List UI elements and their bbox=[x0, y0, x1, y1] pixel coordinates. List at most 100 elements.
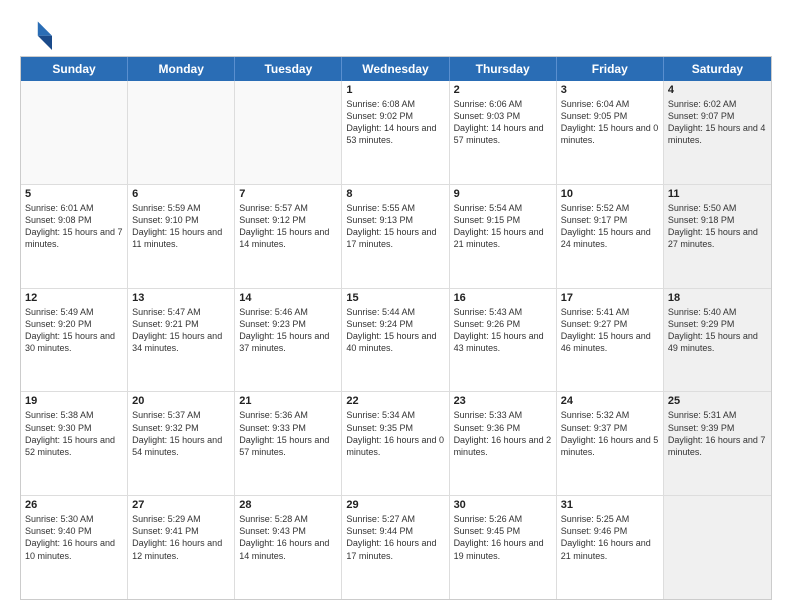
cal-week-1: 1 Sunrise: 6:08 AM Sunset: 9:02 PM Daylig… bbox=[21, 81, 771, 185]
day-number: 7 bbox=[239, 188, 337, 200]
day-number: 9 bbox=[454, 188, 552, 200]
cal-cell: 23Sunrise: 5:33 AM Sunset: 9:36 PM Dayli… bbox=[450, 392, 557, 495]
cal-cell: 7 Sunrise: 5:57 AM Sunset: 9:12 PM Daylig… bbox=[235, 185, 342, 288]
cal-cell: 9 Sunrise: 5:54 AM Sunset: 9:15 PM Daylig… bbox=[450, 185, 557, 288]
cell-info: Sunrise: 5:44 AM Sunset: 9:24 PM Dayligh… bbox=[346, 306, 444, 355]
day-number: 4 bbox=[668, 84, 767, 96]
cell-info: Sunrise: 5:52 AM Sunset: 9:17 PM Dayligh… bbox=[561, 202, 659, 251]
day-number: 11 bbox=[668, 188, 767, 200]
day-number: 28 bbox=[239, 499, 337, 511]
cell-info: Sunrise: 5:54 AM Sunset: 9:15 PM Dayligh… bbox=[454, 202, 552, 251]
day-number: 14 bbox=[239, 292, 337, 304]
cell-info: Sunrise: 5:41 AM Sunset: 9:27 PM Dayligh… bbox=[561, 306, 659, 355]
cal-header-sunday: Sunday bbox=[21, 57, 128, 81]
cal-cell bbox=[21, 81, 128, 184]
day-number: 17 bbox=[561, 292, 659, 304]
cal-week-4: 19 Sunrise: 5:38 AM Sunset: 9:30 PM Dayli… bbox=[21, 392, 771, 496]
day-number: 12 bbox=[25, 292, 123, 304]
cell-info: Sunrise: 5:28 AM Sunset: 9:43 PM Dayligh… bbox=[239, 513, 337, 562]
cal-header-tuesday: Tuesday bbox=[235, 57, 342, 81]
cal-cell: 28 Sunrise: 5:28 AM Sunset: 9:43 PM Dayli… bbox=[235, 496, 342, 599]
cell-info: Sunrise: 5:49 AM Sunset: 9:20 PM Dayligh… bbox=[25, 306, 123, 355]
cell-info: Sunrise: 6:04 AM Sunset: 9:05 PM Dayligh… bbox=[561, 98, 659, 147]
cell-info: Sunrise: 5:25 AM Sunset: 9:46 PM Dayligh… bbox=[561, 513, 659, 562]
cal-cell: 4 Sunrise: 6:02 AM Sunset: 9:07 PM Daylig… bbox=[664, 81, 771, 184]
day-number: 19 bbox=[25, 395, 123, 407]
cal-cell: 2 Sunrise: 6:06 AM Sunset: 9:03 PM Daylig… bbox=[450, 81, 557, 184]
cal-cell: 20 Sunrise: 5:37 AM Sunset: 9:32 PM Dayli… bbox=[128, 392, 235, 495]
cal-week-3: 12 Sunrise: 5:49 AM Sunset: 9:20 PM Dayli… bbox=[21, 289, 771, 393]
cal-cell: 12 Sunrise: 5:49 AM Sunset: 9:20 PM Dayli… bbox=[21, 289, 128, 392]
cal-cell: 5 Sunrise: 6:01 AM Sunset: 9:08 PM Daylig… bbox=[21, 185, 128, 288]
cal-cell: 3 Sunrise: 6:04 AM Sunset: 9:05 PM Daylig… bbox=[557, 81, 664, 184]
cell-info: Sunrise: 5:38 AM Sunset: 9:30 PM Dayligh… bbox=[25, 409, 123, 458]
day-number: 21 bbox=[239, 395, 337, 407]
cell-info: Sunrise: 5:43 AM Sunset: 9:26 PM Dayligh… bbox=[454, 306, 552, 355]
cell-info: Sunrise: 5:29 AM Sunset: 9:41 PM Dayligh… bbox=[132, 513, 230, 562]
day-number: 24 bbox=[561, 395, 659, 407]
cal-cell: 31 Sunrise: 5:25 AM Sunset: 9:46 PM Dayli… bbox=[557, 496, 664, 599]
cal-cell: 19 Sunrise: 5:38 AM Sunset: 9:30 PM Dayli… bbox=[21, 392, 128, 495]
cal-cell: 16 Sunrise: 5:43 AM Sunset: 9:26 PM Dayli… bbox=[450, 289, 557, 392]
cal-header-thursday: Thursday bbox=[450, 57, 557, 81]
cell-info: Sunrise: 5:36 AM Sunset: 9:33 PM Dayligh… bbox=[239, 409, 337, 458]
cell-info: Sunrise: 5:40 AM Sunset: 9:29 PM Dayligh… bbox=[668, 306, 767, 355]
cal-header-saturday: Saturday bbox=[664, 57, 771, 81]
calendar-header-row: SundayMondayTuesdayWednesdayThursdayFrid… bbox=[21, 57, 771, 81]
cell-info: Sunrise: 5:55 AM Sunset: 9:13 PM Dayligh… bbox=[346, 202, 444, 251]
cell-info: Sunrise: 5:37 AM Sunset: 9:32 PM Dayligh… bbox=[132, 409, 230, 458]
day-number: 6 bbox=[132, 188, 230, 200]
cell-info: Sunrise: 5:33 AM Sunset: 9:36 PM Dayligh… bbox=[454, 409, 552, 458]
cal-cell: 10 Sunrise: 5:52 AM Sunset: 9:17 PM Dayli… bbox=[557, 185, 664, 288]
cell-info: Sunrise: 5:26 AM Sunset: 9:45 PM Dayligh… bbox=[454, 513, 552, 562]
page: SundayMondayTuesdayWednesdayThursdayFrid… bbox=[0, 0, 792, 612]
cal-cell: 24 Sunrise: 5:32 AM Sunset: 9:37 PM Dayli… bbox=[557, 392, 664, 495]
day-number: 18 bbox=[668, 292, 767, 304]
cal-week-5: 26Sunrise: 5:30 AM Sunset: 9:40 PM Dayli… bbox=[21, 496, 771, 599]
cal-cell: 14Sunrise: 5:46 AM Sunset: 9:23 PM Dayli… bbox=[235, 289, 342, 392]
cell-info: Sunrise: 6:06 AM Sunset: 9:03 PM Dayligh… bbox=[454, 98, 552, 147]
cal-cell: 15Sunrise: 5:44 AM Sunset: 9:24 PM Dayli… bbox=[342, 289, 449, 392]
cal-week-2: 5 Sunrise: 6:01 AM Sunset: 9:08 PM Daylig… bbox=[21, 185, 771, 289]
cell-info: Sunrise: 5:32 AM Sunset: 9:37 PM Dayligh… bbox=[561, 409, 659, 458]
cal-cell: 11 Sunrise: 5:50 AM Sunset: 9:18 PM Dayli… bbox=[664, 185, 771, 288]
cal-cell: 1 Sunrise: 6:08 AM Sunset: 9:02 PM Daylig… bbox=[342, 81, 449, 184]
cal-cell bbox=[128, 81, 235, 184]
cell-info: Sunrise: 6:01 AM Sunset: 9:08 PM Dayligh… bbox=[25, 202, 123, 251]
cell-info: Sunrise: 6:02 AM Sunset: 9:07 PM Dayligh… bbox=[668, 98, 767, 147]
day-number: 1 bbox=[346, 84, 444, 96]
cell-info: Sunrise: 5:30 AM Sunset: 9:40 PM Dayligh… bbox=[25, 513, 123, 562]
day-number: 16 bbox=[454, 292, 552, 304]
day-number: 22 bbox=[346, 395, 444, 407]
logo-icon bbox=[20, 18, 52, 50]
day-number: 3 bbox=[561, 84, 659, 96]
cal-cell: 8 Sunrise: 5:55 AM Sunset: 9:13 PM Daylig… bbox=[342, 185, 449, 288]
day-number: 13 bbox=[132, 292, 230, 304]
cell-info: Sunrise: 5:57 AM Sunset: 9:12 PM Dayligh… bbox=[239, 202, 337, 251]
day-number: 10 bbox=[561, 188, 659, 200]
day-number: 2 bbox=[454, 84, 552, 96]
cal-cell: 18 Sunrise: 5:40 AM Sunset: 9:29 PM Dayli… bbox=[664, 289, 771, 392]
cell-info: Sunrise: 5:50 AM Sunset: 9:18 PM Dayligh… bbox=[668, 202, 767, 251]
cal-cell: 30 Sunrise: 5:26 AM Sunset: 9:45 PM Dayli… bbox=[450, 496, 557, 599]
cal-header-friday: Friday bbox=[557, 57, 664, 81]
day-number: 5 bbox=[25, 188, 123, 200]
cell-info: Sunrise: 5:59 AM Sunset: 9:10 PM Dayligh… bbox=[132, 202, 230, 251]
logo bbox=[20, 18, 56, 50]
cal-cell bbox=[664, 496, 771, 599]
day-number: 29 bbox=[346, 499, 444, 511]
day-number: 30 bbox=[454, 499, 552, 511]
calendar: SundayMondayTuesdayWednesdayThursdayFrid… bbox=[20, 56, 772, 600]
cal-cell: 17 Sunrise: 5:41 AM Sunset: 9:27 PM Dayli… bbox=[557, 289, 664, 392]
cal-cell: 6 Sunrise: 5:59 AM Sunset: 9:10 PM Daylig… bbox=[128, 185, 235, 288]
cal-cell: 22Sunrise: 5:34 AM Sunset: 9:35 PM Dayli… bbox=[342, 392, 449, 495]
header bbox=[20, 18, 772, 50]
cal-cell: 26Sunrise: 5:30 AM Sunset: 9:40 PM Dayli… bbox=[21, 496, 128, 599]
cell-info: Sunrise: 5:47 AM Sunset: 9:21 PM Dayligh… bbox=[132, 306, 230, 355]
cal-cell: 29Sunrise: 5:27 AM Sunset: 9:44 PM Dayli… bbox=[342, 496, 449, 599]
day-number: 31 bbox=[561, 499, 659, 511]
day-number: 20 bbox=[132, 395, 230, 407]
day-number: 8 bbox=[346, 188, 444, 200]
cell-info: Sunrise: 6:08 AM Sunset: 9:02 PM Dayligh… bbox=[346, 98, 444, 147]
day-number: 25 bbox=[668, 395, 767, 407]
